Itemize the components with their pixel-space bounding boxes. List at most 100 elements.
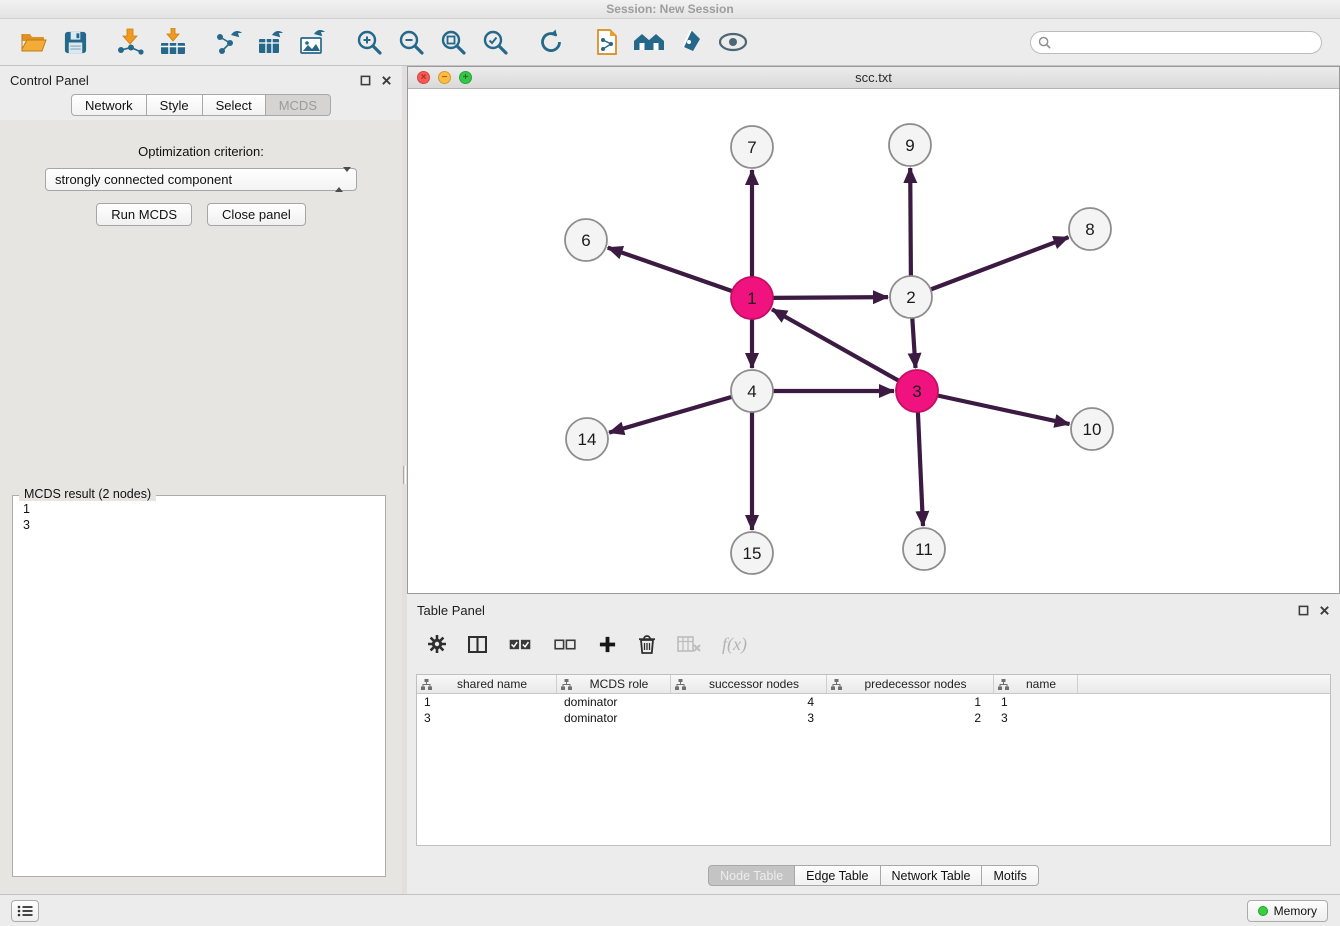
new-network-from-selection-button[interactable] [586, 23, 628, 61]
node-label: 15 [743, 544, 762, 563]
first-neighbors-button[interactable] [628, 23, 670, 61]
edge-3-11[interactable] [918, 412, 923, 526]
zoom-out-button[interactable] [390, 23, 432, 61]
tab-mcds[interactable]: MCDS [265, 94, 331, 116]
control-panel-header: Control Panel [0, 66, 402, 94]
graph-node-14[interactable]: 14 [566, 418, 608, 460]
network-canvas[interactable]: 7 9 6 8 1 2 4 3 14 10 15 11 [408, 89, 1339, 593]
graph-node-9[interactable]: 9 [889, 124, 931, 166]
close-table-panel-icon[interactable] [1319, 605, 1330, 616]
create-column-button[interactable] [598, 630, 617, 658]
network-graph[interactable]: 7 9 6 8 1 2 4 3 14 10 15 11 [408, 89, 1339, 593]
export-image-button[interactable] [292, 23, 334, 61]
graph-node-10[interactable]: 10 [1071, 408, 1113, 450]
open-folder-icon [20, 30, 47, 54]
annotations-button[interactable] [670, 23, 712, 61]
zoom-fit-button[interactable] [432, 23, 474, 61]
tab-network[interactable]: Network [71, 94, 147, 116]
trash-icon [638, 634, 656, 654]
graph-node-4[interactable]: 4 [731, 370, 773, 412]
tab-network-table[interactable]: Network Table [880, 865, 983, 886]
edge-1-2[interactable] [773, 297, 888, 298]
column-header-predecessor-nodes[interactable]: predecessor nodes [827, 675, 994, 693]
close-panel-button[interactable]: Close panel [207, 203, 306, 226]
tab-select[interactable]: Select [202, 94, 266, 116]
node-label: 1 [747, 289, 756, 308]
graph-node-6[interactable]: 6 [565, 219, 607, 261]
graph-node-8[interactable]: 8 [1069, 208, 1111, 250]
graph-node-1[interactable]: 1 [731, 277, 773, 319]
graph-node-7[interactable]: 7 [731, 126, 773, 168]
run-mcds-button[interactable]: Run MCDS [96, 203, 192, 226]
show-columns-button[interactable] [468, 630, 487, 658]
optimization-criterion-label: Optimization criterion: [0, 144, 402, 159]
column-tree-icon [675, 679, 686, 690]
tab-edge-table[interactable]: Edge Table [794, 865, 880, 886]
criterion-dropdown[interactable]: strongly connected component [45, 168, 357, 191]
close-window-button[interactable]: × [417, 71, 430, 84]
tab-style[interactable]: Style [146, 94, 203, 116]
close-panel-icon[interactable] [381, 75, 392, 86]
control-panel: Control Panel NetworkStyleSelectMCDS Opt… [0, 66, 402, 894]
edge-3-10[interactable] [938, 396, 1070, 425]
list-icon [17, 905, 33, 917]
table-panel-header: Table Panel [407, 596, 1340, 624]
criterion-value: strongly connected component [55, 172, 232, 187]
column-header-shared-name[interactable]: shared name [417, 675, 557, 693]
tab-node-table[interactable]: Node Table [708, 865, 795, 886]
import-table-button[interactable] [152, 23, 194, 61]
delete-column-button[interactable] [638, 630, 656, 658]
zoom-window-button[interactable]: + [459, 71, 472, 84]
column-tree-icon [561, 679, 572, 690]
edge-1-6[interactable] [608, 248, 733, 292]
graph-node-2[interactable]: 2 [890, 276, 932, 318]
memory-label: Memory [1274, 904, 1317, 918]
edge-2-8[interactable] [931, 237, 1069, 289]
function-builder-button[interactable]: f(x) [722, 630, 747, 658]
graph-node-11[interactable]: 11 [903, 528, 945, 570]
delete-table-button[interactable] [677, 630, 701, 658]
zoom-selected-button[interactable] [474, 23, 516, 61]
splitter-grip[interactable] [403, 466, 406, 484]
column-header-label: successor nodes [686, 677, 822, 691]
search-box[interactable] [1030, 31, 1322, 54]
mcds-result-item[interactable]: 3 [15, 517, 383, 533]
edge-4-14[interactable] [609, 397, 732, 433]
apply-layout-button[interactable] [530, 23, 572, 61]
node-label: 11 [915, 540, 933, 559]
tab-motifs[interactable]: Motifs [981, 865, 1038, 886]
export-network-button[interactable] [208, 23, 250, 61]
import-network-button[interactable] [110, 23, 152, 61]
table-row[interactable]: 3dominator323 [417, 710, 1330, 726]
float-table-panel-icon[interactable] [1298, 605, 1309, 616]
edge-2-9[interactable] [910, 168, 911, 276]
column-settings-button[interactable] [427, 630, 447, 658]
mcds-result-list[interactable]: 13 [15, 501, 383, 874]
edge-2-3[interactable] [912, 318, 915, 368]
edge-3-1[interactable] [772, 309, 899, 380]
graph-node-15[interactable]: 15 [731, 532, 773, 574]
task-history-button[interactable] [11, 900, 39, 922]
search-input[interactable] [1056, 35, 1314, 49]
graph-node-3[interactable]: 3 [896, 370, 938, 412]
column-header-mcds-role[interactable]: MCDS role [557, 675, 671, 693]
export-image-icon [298, 28, 328, 56]
select-all-button[interactable] [508, 630, 532, 658]
search-icon [1038, 36, 1051, 49]
column-header-successor-nodes[interactable]: successor nodes [671, 675, 827, 693]
open-session-button[interactable] [12, 23, 54, 61]
mcds-result-item[interactable]: 1 [15, 501, 383, 517]
float-panel-icon[interactable] [360, 75, 371, 86]
column-header-name[interactable]: name [994, 675, 1078, 693]
columns-icon [468, 636, 487, 653]
network-file-icon [594, 28, 620, 56]
deselect-all-button[interactable] [553, 630, 577, 658]
memory-button[interactable]: Memory [1247, 900, 1328, 922]
zoom-in-button[interactable] [348, 23, 390, 61]
houses-icon [633, 29, 665, 55]
save-session-button[interactable] [54, 23, 96, 61]
export-table-button[interactable] [250, 23, 292, 61]
minimize-window-button[interactable]: − [438, 71, 451, 84]
table-row[interactable]: 1dominator411 [417, 694, 1330, 710]
graphics-details-button[interactable] [712, 23, 754, 61]
